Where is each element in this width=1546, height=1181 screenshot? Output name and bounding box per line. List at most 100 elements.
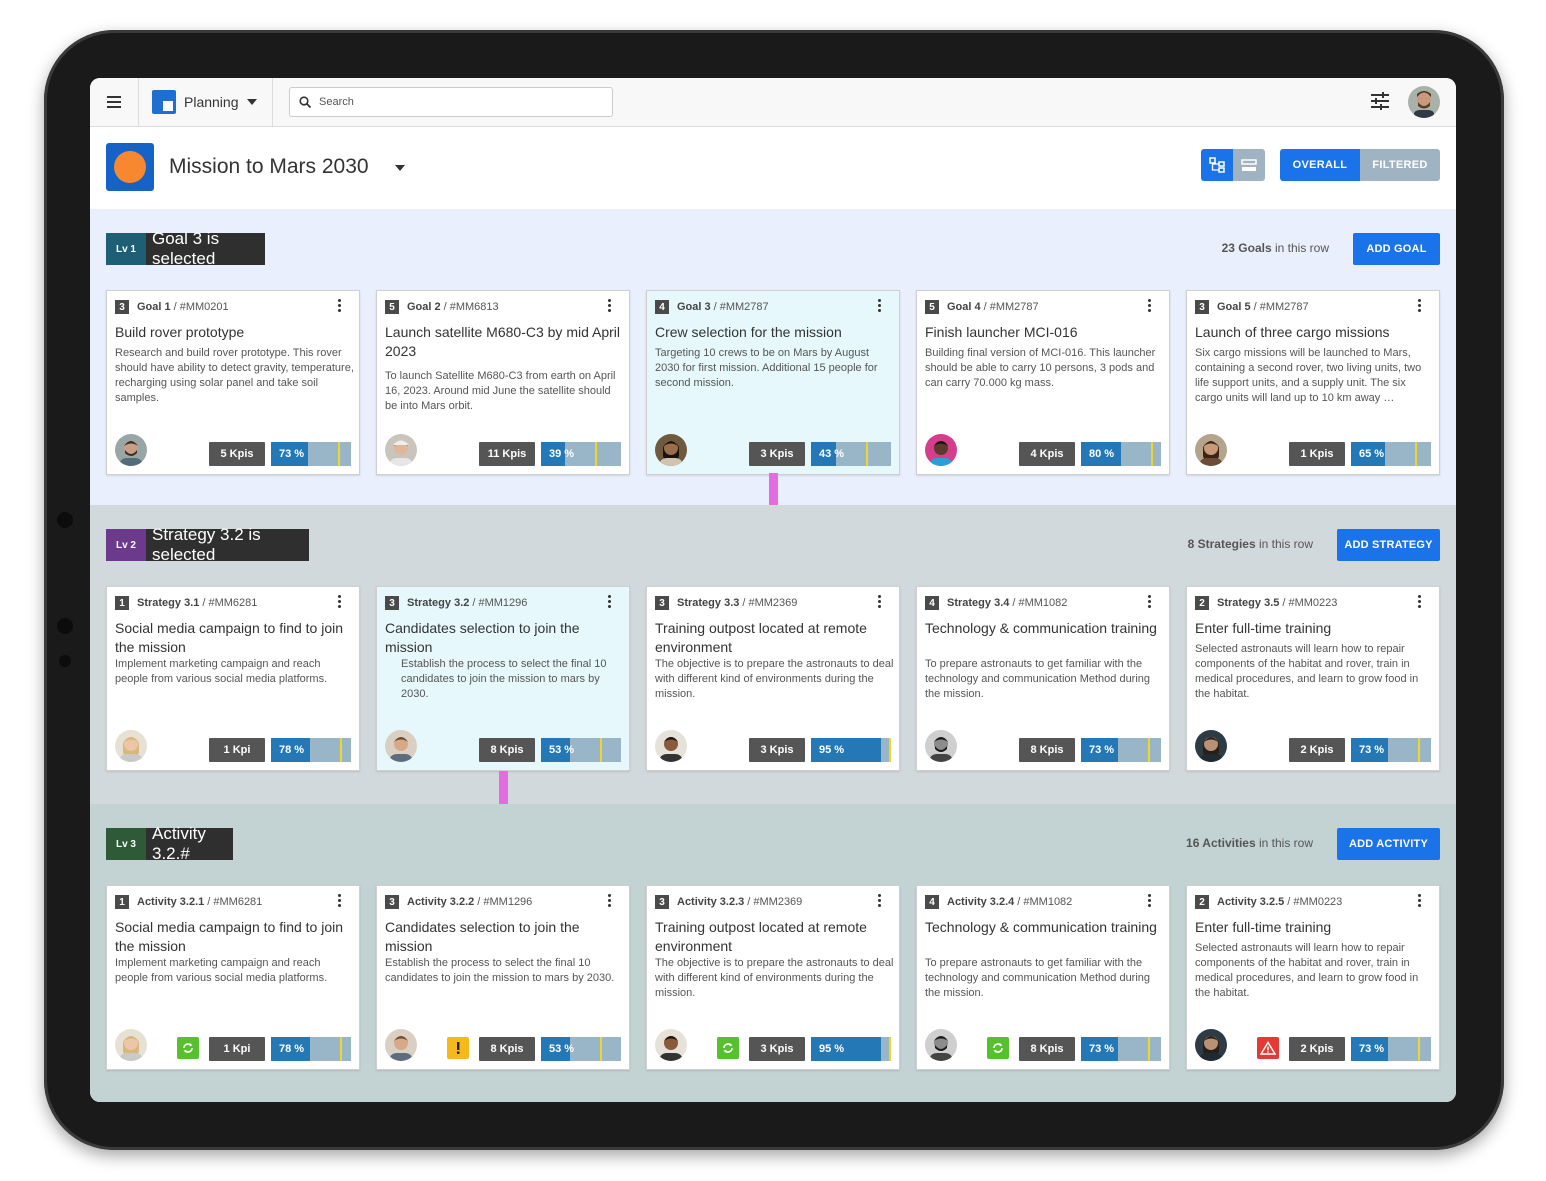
kpi-count-badge[interactable]: 8 Kpis <box>479 1037 535 1061</box>
more-options-icon[interactable] <box>873 299 885 312</box>
mission-title[interactable]: Mission to Mars 2030 <box>169 155 369 179</box>
progress-target-marker <box>340 738 342 762</box>
card-description: Targeting 10 crews to be on Mars by Augu… <box>655 347 878 389</box>
kpi-count-badge[interactable]: 4 Kpis <box>1019 442 1075 466</box>
more-options-icon[interactable] <box>1143 299 1155 312</box>
kpi-count-badge[interactable]: 1 Kpi <box>209 1037 265 1061</box>
user-avatar[interactable] <box>1408 86 1440 118</box>
plan-card[interactable]: 3 Activity 3.2.3 / #MM2369 Training outp… <box>646 885 900 1070</box>
kpi-count-badge[interactable]: 8 Kpis <box>1019 1037 1075 1061</box>
card-header: 4 Strategy 3.4 / #MM1082 <box>925 595 1161 611</box>
view-toggle <box>1201 149 1265 181</box>
card-header: 4 Activity 3.2.4 / #MM1082 <box>925 894 1161 910</box>
plan-card[interactable]: 1 Activity 3.2.1 / #MM6281 Social media … <box>106 885 360 1070</box>
card-description: Implement marketing campaign and reach p… <box>115 957 328 984</box>
plan-card[interactable]: 4 Strategy 3.4 / #MM1082 Technology & co… <box>916 586 1170 771</box>
kpi-count-badge[interactable]: 1 Kpis <box>1289 442 1345 466</box>
hamburger-menu-icon[interactable] <box>90 78 139 126</box>
kpi-count-badge[interactable]: 8 Kpis <box>1019 738 1075 762</box>
kpi-count-badge[interactable]: 11 Kpis <box>479 442 535 466</box>
card-name: Strategy 3.5 <box>1217 597 1280 609</box>
row-count-number: 16 Activities <box>1186 836 1256 850</box>
owner-avatar[interactable] <box>115 730 147 762</box>
kpi-count-badge[interactable]: 1 Kpi <box>209 738 265 762</box>
card-priority-badge: 5 <box>385 300 399 314</box>
owner-avatar[interactable] <box>115 1029 147 1061</box>
more-options-icon[interactable] <box>873 595 885 608</box>
app-switcher[interactable]: Planning <box>138 78 273 126</box>
card-header: 2 Activity 3.2.5 / #MM0223 <box>1195 894 1431 910</box>
more-options-icon[interactable] <box>333 299 345 312</box>
row-count-suffix: in this row <box>1271 241 1329 255</box>
more-options-icon[interactable] <box>333 894 345 907</box>
search-input[interactable]: Search <box>289 87 613 117</box>
owner-avatar[interactable] <box>385 1029 417 1061</box>
owner-avatar[interactable] <box>385 730 417 762</box>
plan-card[interactable]: 5 Goal 2 / #MM6813 Launch satellite M680… <box>376 290 630 475</box>
owner-avatar[interactable] <box>1195 434 1227 466</box>
more-options-icon[interactable] <box>1413 299 1425 312</box>
plan-card[interactable]: 4 Activity 3.2.4 / #MM1082 Technology & … <box>916 885 1170 1070</box>
add-button[interactable]: ADD ACTIVITY <box>1337 828 1440 860</box>
kpi-count-badge[interactable]: 5 Kpis <box>209 442 265 466</box>
card-code: / #MM1296 <box>477 896 533 908</box>
list-view-icon[interactable] <box>1233 149 1265 181</box>
plan-card[interactable]: 3 Strategy 3.3 / #MM2369 Training outpos… <box>646 586 900 771</box>
kpi-count-badge[interactable]: 2 Kpis <box>1289 738 1345 762</box>
owner-avatar[interactable] <box>385 434 417 466</box>
more-options-icon[interactable] <box>1143 894 1155 907</box>
owner-avatar[interactable] <box>655 730 687 762</box>
plan-card[interactable]: 1 Strategy 3.1 / #MM6281 Social media ca… <box>106 586 360 771</box>
settings-sliders-icon[interactable] <box>1371 92 1389 110</box>
filtered-button[interactable]: FILTERED <box>1360 149 1440 181</box>
card-description: Selected astronauts will learn how to re… <box>1195 942 1419 999</box>
card-description: Implement marketing campaign and reach p… <box>115 658 328 685</box>
owner-avatar[interactable] <box>925 1029 957 1061</box>
kpi-count-badge[interactable]: 8 Kpis <box>479 738 535 762</box>
owner-avatar[interactable] <box>925 434 957 466</box>
more-options-icon[interactable] <box>1413 595 1425 608</box>
progress-target-marker <box>866 442 868 466</box>
more-options-icon[interactable] <box>1143 595 1155 608</box>
kpi-count-badge[interactable]: 2 Kpis <box>1289 1037 1345 1061</box>
hierarchy-view-icon[interactable] <box>1201 149 1233 181</box>
card-description: To prepare astronauts to get familiar wi… <box>925 658 1151 700</box>
kpi-count-badge[interactable]: 3 Kpis <box>749 738 805 762</box>
card-header: 5 Goal 4 / #MM2787 <box>925 299 1161 315</box>
owner-avatar[interactable] <box>1195 730 1227 762</box>
plan-card[interactable]: 2 Strategy 3.5 / #MM0223 Enter full-time… <box>1186 586 1440 771</box>
more-options-icon[interactable] <box>603 894 615 907</box>
kpi-count-badge[interactable]: 3 Kpis <box>749 442 805 466</box>
plan-card[interactable]: 3 Strategy 3.2 / #MM1296 Candidates sele… <box>376 586 630 771</box>
overall-button[interactable]: OVERALL <box>1280 149 1360 181</box>
plan-card[interactable]: 5 Goal 4 / #MM2787 Finish launcher MCI-0… <box>916 290 1170 475</box>
card-description: To prepare astronauts to get familiar wi… <box>925 957 1151 999</box>
plan-card[interactable]: 3 Activity 3.2.2 / #MM1296 Candidates se… <box>376 885 630 1070</box>
selection-connector <box>499 771 508 804</box>
owner-avatar[interactable] <box>655 434 687 466</box>
plan-card[interactable]: 4 Goal 3 / #MM2787 Crew selection for th… <box>646 290 900 475</box>
card-header: 4 Goal 3 / #MM2787 <box>655 299 891 315</box>
more-options-icon[interactable] <box>333 595 345 608</box>
chevron-down-icon[interactable] <box>395 165 405 171</box>
owner-avatar[interactable] <box>1195 1029 1227 1061</box>
level-label: Goal 3 is selected <box>146 229 265 268</box>
more-options-icon[interactable] <box>603 595 615 608</box>
more-options-icon[interactable] <box>1413 894 1425 907</box>
owner-avatar[interactable] <box>115 434 147 466</box>
plan-card[interactable]: 3 Goal 5 / #MM2787 Launch of three cargo… <box>1186 290 1440 475</box>
plan-card[interactable]: 3 Goal 1 / #MM0201 Build rover prototype… <box>106 290 360 475</box>
search-icon <box>299 96 311 108</box>
card-header: 5 Goal 2 / #MM6813 <box>385 299 621 315</box>
progress-target-marker <box>340 1037 342 1061</box>
card-code: / #MM0223 <box>1282 597 1338 609</box>
more-options-icon[interactable] <box>603 299 615 312</box>
owner-avatar[interactable] <box>925 730 957 762</box>
camera-dot <box>57 512 73 528</box>
more-options-icon[interactable] <box>873 894 885 907</box>
kpi-count-badge[interactable]: 3 Kpis <box>749 1037 805 1061</box>
plan-card[interactable]: 2 Activity 3.2.5 / #MM0223 Enter full-ti… <box>1186 885 1440 1070</box>
add-button[interactable]: ADD STRATEGY <box>1337 529 1440 561</box>
add-button[interactable]: ADD GOAL <box>1353 233 1440 265</box>
owner-avatar[interactable] <box>655 1029 687 1061</box>
